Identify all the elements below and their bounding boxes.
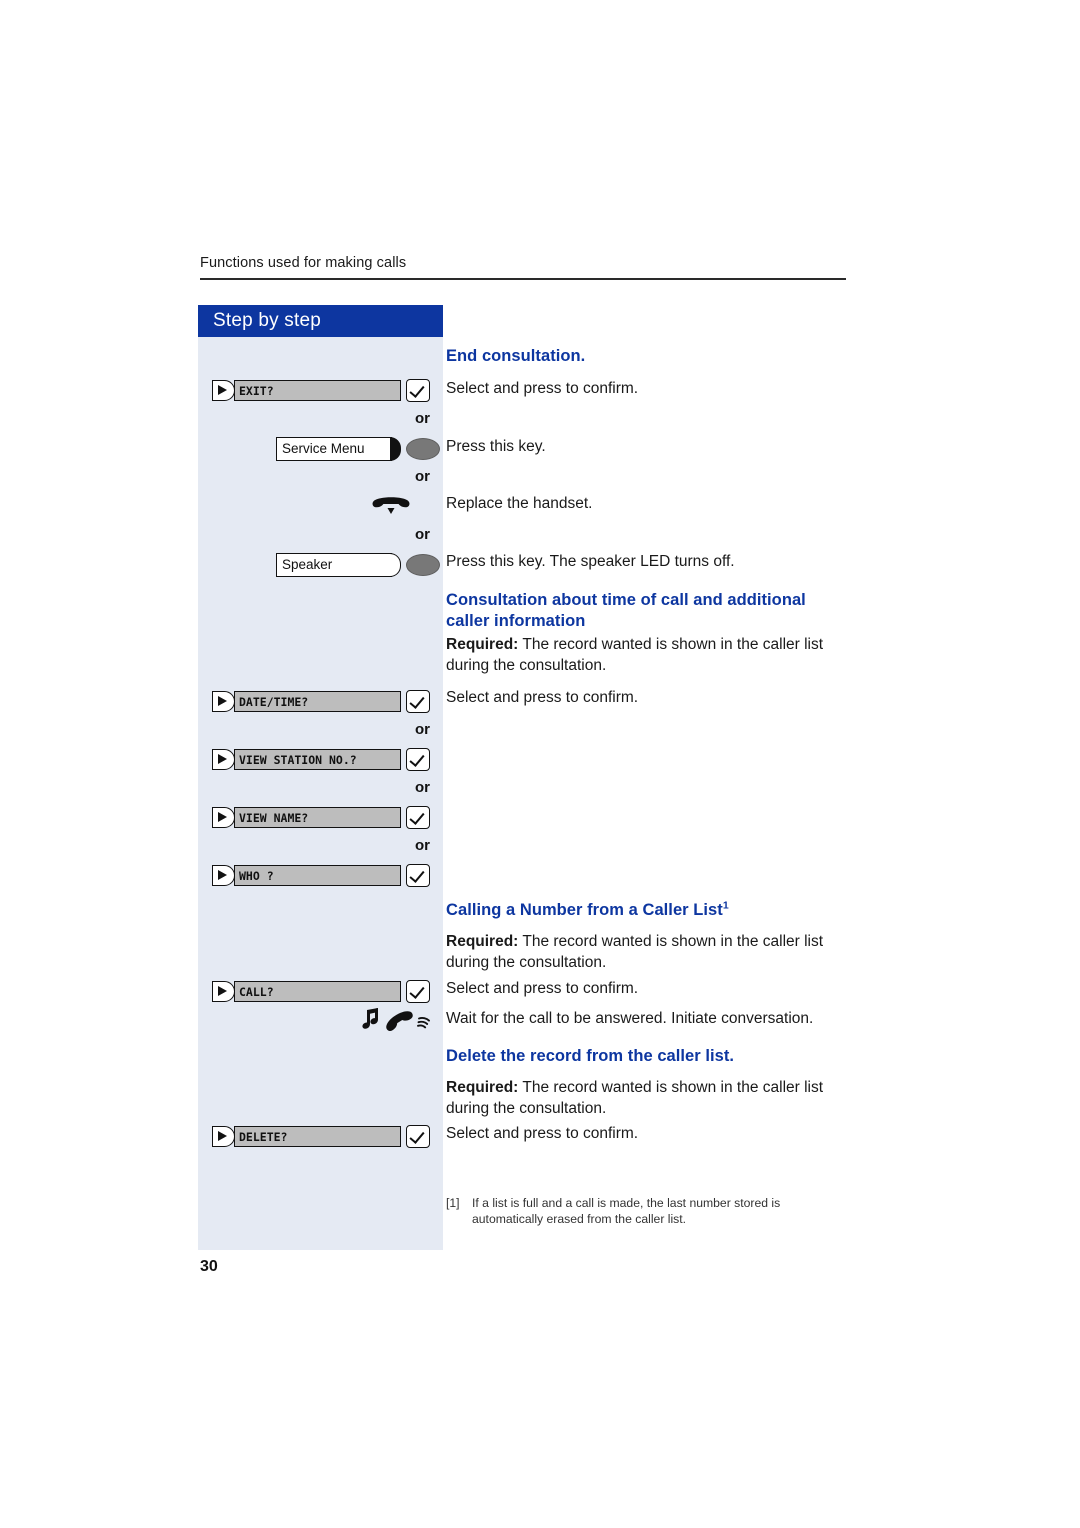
menu-option-field: DATE/TIME?	[234, 691, 401, 712]
text-press-this-key: Press this key.	[446, 438, 546, 455]
ringing-handset-icon	[353, 1007, 431, 1037]
required-note-1: Required: The record wanted is shown in …	[446, 635, 850, 676]
menu-option-label: DELETE?	[239, 1130, 288, 1144]
select-arrow-icon	[212, 749, 235, 770]
text-replace-the-handset: Replace the handset.	[446, 495, 593, 512]
speaker-key-plate: Speaker	[276, 553, 392, 577]
menu-option-field: VIEW STATION NO.?	[234, 749, 401, 770]
confirm-check-icon[interactable]	[406, 379, 430, 402]
step-row-who[interactable]: WHO ?	[198, 864, 443, 890]
or-separator-2: or	[415, 468, 430, 485]
footnote-reference-1: 1	[722, 899, 729, 912]
text-press-key-speaker-led: Press this key. The speaker LED turns of…	[446, 553, 735, 570]
service-menu-key-label: Service Menu	[282, 441, 365, 456]
or-separator-3: or	[415, 526, 430, 543]
menu-option-call[interactable]: CALL?	[198, 980, 443, 1004]
step-row-date-time[interactable]: DATE/TIME?	[198, 690, 443, 716]
step-by-step-column: Step by step EXIT? or Service Menu or or…	[198, 305, 443, 1250]
select-arrow-icon	[212, 380, 235, 401]
service-menu-key-plate: Service Menu	[276, 437, 392, 461]
confirm-check-icon[interactable]	[406, 690, 430, 713]
menu-option-field: VIEW NAME?	[234, 807, 401, 828]
service-menu-key-knob[interactable]	[406, 438, 440, 460]
text-select-and-confirm-4: Select and press to confirm.	[446, 1125, 639, 1142]
heading-calling-number-text: Calling a Number from a Caller List	[446, 901, 723, 919]
menu-option-view-name[interactable]: VIEW NAME?	[198, 806, 443, 830]
menu-option-field: CALL?	[234, 981, 401, 1002]
menu-option-who[interactable]: WHO ?	[198, 864, 443, 888]
step-row-call[interactable]: CALL?	[198, 980, 443, 1006]
select-arrow-icon	[212, 981, 235, 1002]
step-row-speaker[interactable]: Speaker	[276, 553, 443, 579]
confirm-check-icon[interactable]	[406, 980, 430, 1003]
menu-option-field: DELETE?	[234, 1126, 401, 1147]
text-select-and-confirm-1: Select and press to confirm.	[446, 380, 639, 397]
step-row-service-menu[interactable]: Service Menu	[276, 437, 443, 463]
or-separator-6: or	[415, 837, 430, 854]
or-separator-4: or	[415, 721, 430, 738]
confirm-check-icon[interactable]	[406, 748, 430, 771]
step-row-view-name[interactable]: VIEW NAME?	[198, 806, 443, 832]
step-row-delete[interactable]: DELETE?	[198, 1125, 443, 1151]
confirm-check-icon[interactable]	[406, 806, 430, 829]
document-page: Functions used for making calls Step by …	[0, 0, 1080, 1528]
menu-option-label: WHO ?	[239, 869, 274, 883]
required-note-3: Required: The record wanted is shown in …	[446, 1078, 850, 1119]
menu-option-field: EXIT?	[234, 380, 401, 401]
menu-option-delete[interactable]: DELETE?	[198, 1125, 443, 1149]
heading-end-consultation: End consultation.	[446, 347, 586, 365]
required-label-2: Required:	[446, 933, 519, 950]
speaker-key-knob[interactable]	[406, 554, 440, 576]
footnote-text: If a list is full and a call is made, th…	[472, 1196, 781, 1226]
select-arrow-icon	[212, 807, 235, 828]
menu-option-label: EXIT?	[239, 384, 274, 398]
running-head: Functions used for making calls	[200, 255, 407, 271]
menu-option-label: CALL?	[239, 985, 274, 999]
text-select-and-confirm-2: Select and press to confirm.	[446, 689, 639, 706]
text-select-and-confirm-3: Select and press to confirm.	[446, 980, 639, 997]
menu-option-label: VIEW NAME?	[239, 811, 309, 825]
select-arrow-icon	[212, 691, 235, 712]
or-separator-5: or	[415, 779, 430, 796]
menu-option-label: VIEW STATION NO.?	[239, 753, 357, 767]
or-separator-1: or	[415, 410, 430, 427]
required-label-1: Required:	[446, 636, 519, 653]
menu-option-field: WHO ?	[234, 865, 401, 886]
step-row-exit[interactable]: EXIT?	[198, 379, 443, 405]
select-arrow-icon	[212, 1126, 235, 1147]
step-by-step-title: Step by step	[213, 310, 322, 331]
menu-option-view-station-no[interactable]: VIEW STATION NO.?	[198, 748, 443, 772]
required-note-2: Required: The record wanted is shown in …	[446, 932, 850, 973]
heading-consultation-time-of-call: Consultation about time of call and addi…	[446, 591, 806, 630]
footnote: [1] If a list is full and a call is made…	[446, 1196, 850, 1227]
speaker-key-label: Speaker	[282, 557, 333, 572]
confirm-check-icon[interactable]	[406, 1125, 430, 1148]
header-rule	[200, 278, 846, 280]
heading-calling-number-caller-list: Calling a Number from a Caller List1	[446, 900, 850, 921]
page-number: 30	[200, 1258, 218, 1275]
service-menu-key-icon	[390, 437, 401, 461]
menu-option-exit[interactable]: EXIT?	[198, 379, 443, 403]
footnote-marker: [1]	[446, 1196, 460, 1210]
step-row-view-station-no[interactable]: VIEW STATION NO.?	[198, 748, 443, 774]
required-label-3: Required:	[446, 1079, 519, 1096]
replace-handset-icon	[370, 495, 412, 517]
menu-option-date-time[interactable]: DATE/TIME?	[198, 690, 443, 714]
select-arrow-icon	[212, 865, 235, 886]
confirm-check-icon[interactable]	[406, 864, 430, 887]
menu-option-label: DATE/TIME?	[239, 695, 309, 709]
text-wait-for-call: Wait for the call to be answered. Initia…	[446, 1010, 814, 1027]
speaker-key-icon	[390, 553, 401, 577]
heading-delete-record: Delete the record from the caller list.	[446, 1047, 735, 1065]
